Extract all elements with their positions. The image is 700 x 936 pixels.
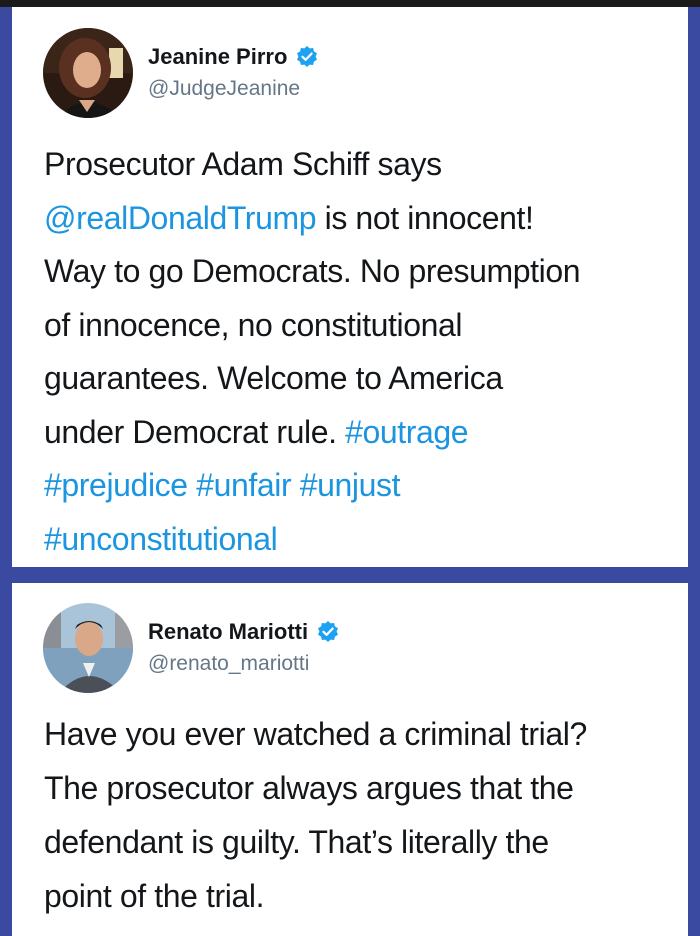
tweet-text-line: #unconstitutional bbox=[44, 513, 668, 567]
tweet-text-line: Prosecutor Adam Schiff says bbox=[44, 138, 668, 192]
author-name[interactable]: Jeanine Pirro bbox=[148, 44, 287, 70]
tweet-text-segment: is not innocent! bbox=[316, 199, 534, 236]
tweet-text-line: defendant is guilty. That’s literally th… bbox=[44, 815, 668, 869]
tweet-text: Prosecutor Adam Schiff says @realDonaldTr… bbox=[44, 138, 668, 566]
tweet-text-line: #prejudice #unfair #unjust bbox=[44, 459, 668, 513]
hashtag-link[interactable]: #unjust bbox=[300, 467, 401, 503]
verified-badge-icon bbox=[295, 45, 319, 69]
tweet-text-line: Way to go Democrats. No presumption bbox=[44, 245, 668, 299]
tweet-text-segment: Prosecutor Adam Schiff says bbox=[44, 146, 442, 182]
tweet-text-line: Have you ever watched a criminal trial? bbox=[44, 707, 668, 761]
hashtag-link[interactable]: #unconstitutional bbox=[44, 521, 278, 557]
hashtag-link[interactable]: #outrage bbox=[345, 414, 469, 450]
author-handle[interactable]: @JudgeJeanine bbox=[148, 77, 300, 101]
tweet-text-segment bbox=[291, 467, 300, 503]
tweet-text-line: under Democrat rule. #outrage bbox=[44, 406, 668, 460]
hashtag-link[interactable]: #unfair bbox=[196, 467, 291, 503]
tweet-text-line: guarantees. Welcome to America bbox=[44, 352, 668, 406]
tweet-text-line: of innocence, no constitutional bbox=[44, 299, 668, 353]
author-row: Renato Mariotti bbox=[148, 619, 340, 645]
tweet-text-segment: guarantees. Welcome to America bbox=[44, 360, 503, 396]
tweet-text-segment: Way to go Democrats. No presumption bbox=[44, 253, 581, 289]
avatar[interactable] bbox=[43, 28, 133, 118]
tweet-text-segment: The prosecutor always argues that the bbox=[44, 770, 574, 806]
tweet-text-line: The prosecutor always argues that the bbox=[44, 761, 668, 815]
top-bar bbox=[0, 0, 700, 7]
tweet-text-line: @realDonaldTrump is not innocent! bbox=[44, 192, 668, 246]
author-handle[interactable]: @renato_mariotti bbox=[148, 652, 309, 676]
verified-badge-icon bbox=[316, 620, 340, 644]
tweet-text-line: point of the trial. bbox=[44, 869, 668, 923]
author-row: Jeanine Pirro bbox=[148, 44, 319, 70]
hashtag-link[interactable]: #prejudice bbox=[44, 467, 188, 503]
author-name[interactable]: Renato Mariotti bbox=[148, 619, 308, 645]
tweet-text-segment: point of the trial. bbox=[44, 878, 265, 914]
tweet-text-segment: defendant is guilty. That’s literally th… bbox=[44, 824, 549, 860]
tweet-card-renato-mariotti[interactable]: Renato Mariotti @renato_mariotti Have yo… bbox=[12, 583, 688, 936]
tweet-text-segment: Have you ever watched a criminal trial? bbox=[44, 716, 587, 752]
tweet-text-segment: of innocence, no constitutional bbox=[44, 306, 463, 343]
tweet-text-segment bbox=[188, 467, 197, 503]
tweet-text: Have you ever watched a criminal trial? T… bbox=[44, 707, 668, 923]
avatar[interactable] bbox=[43, 603, 133, 693]
tweet-card-jeanine-pirro[interactable]: Jeanine Pirro @JudgeJeanine Prosecutor A… bbox=[12, 7, 688, 567]
mention-link[interactable]: @realDonaldTrump bbox=[44, 200, 317, 236]
tweet-text-segment: under Democrat rule. bbox=[44, 413, 346, 450]
